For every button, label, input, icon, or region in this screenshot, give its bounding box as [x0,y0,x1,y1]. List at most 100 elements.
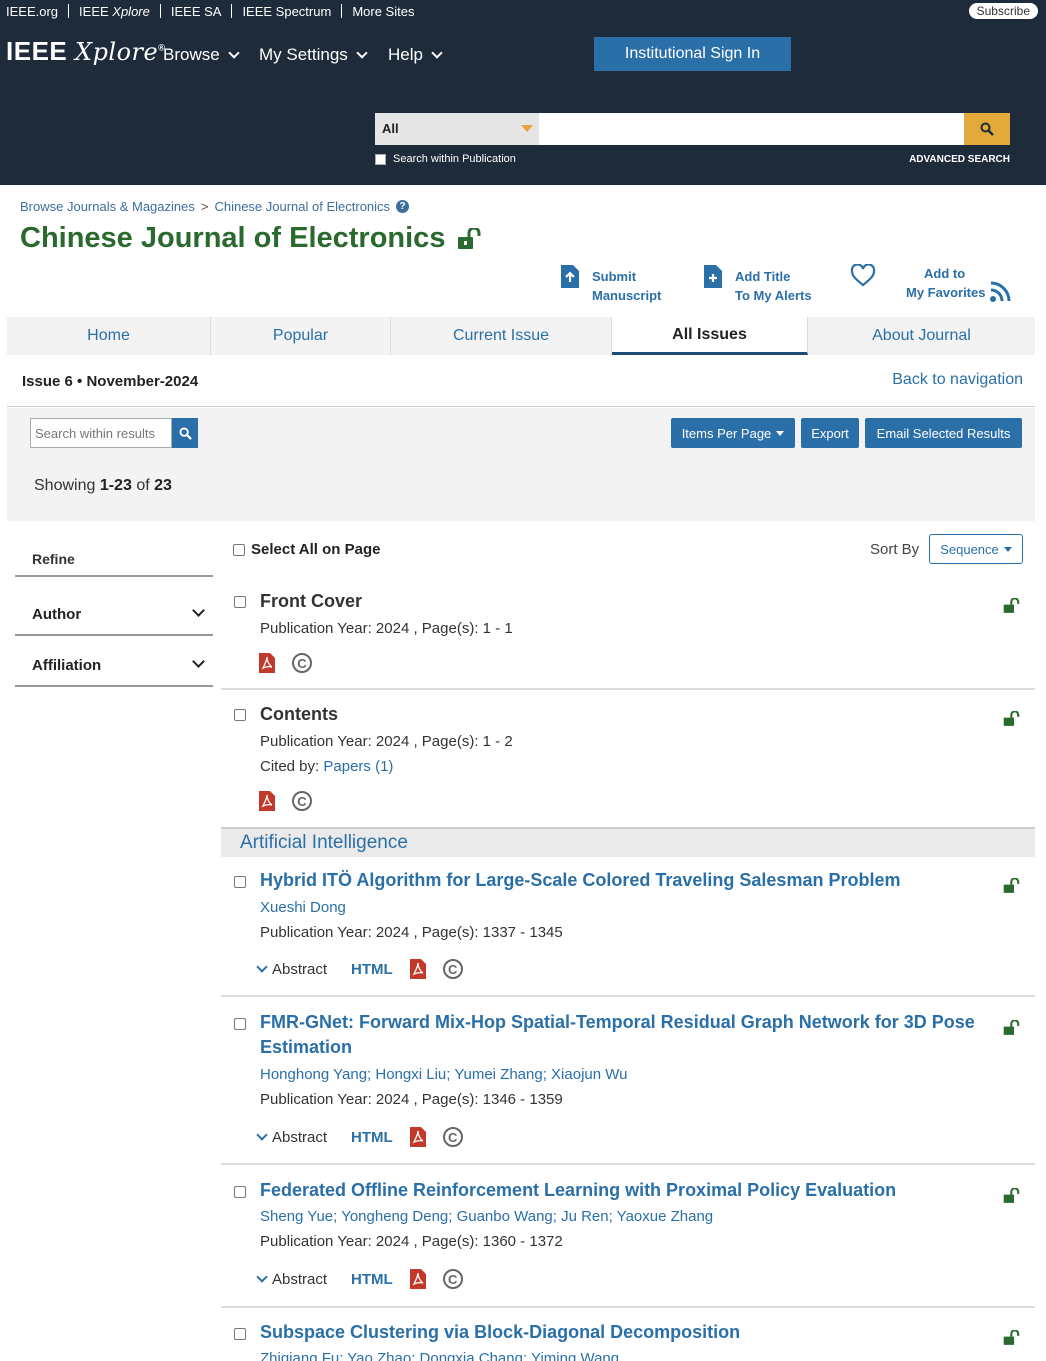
nav-help[interactable]: Help [388,45,443,65]
sort-select[interactable]: Sequence [929,534,1023,564]
ieee-xplore-link[interactable]: IEEE Xplore [79,4,150,19]
copyright-icon[interactable]: C [442,1269,463,1289]
result-actions: Abstract HTML C [256,958,463,980]
search-within-checkbox[interactable] [375,153,386,165]
showing-prefix: Showing [34,477,96,494]
chevron-down-icon [256,961,268,973]
heart-icon [850,264,876,287]
html-link[interactable]: HTML [351,961,393,978]
alerts-label-2: To My Alerts [735,288,812,303]
search-within-results-input[interactable]: Search within results [30,418,173,448]
ieee-org-link[interactable]: IEEE.org [6,4,58,19]
copyright-icon[interactable]: C [442,1127,463,1147]
result-item: Contents Publication Year: 2024 , Page(s… [221,701,1035,821]
result-cited-by: Cited by: Papers (1) [260,758,393,775]
chevron-down-icon[interactable] [192,604,205,617]
sort-by-label: Sort By [870,541,920,558]
chevron-down-icon [431,46,443,59]
result-title[interactable]: Contents [260,702,980,727]
ieee-sa-link[interactable]: IEEE SA [171,4,222,19]
result-title[interactable]: Subspace Clustering via Block-Diagonal D… [260,1320,980,1345]
facet-author[interactable]: Author [32,606,81,623]
select-all-checkbox[interactable] [233,543,245,556]
search-input[interactable] [539,113,964,145]
nav-browse-label: Browse [163,45,220,64]
nav-my-settings[interactable]: My Settings [259,45,368,65]
tab-home[interactable]: Home [7,317,211,355]
subscribe-button[interactable]: Subscribe [968,3,1038,19]
open-access-lock-icon [1003,1330,1020,1345]
ieee-spectrum-link[interactable]: IEEE Spectrum [242,4,331,19]
pdf-icon[interactable] [409,1268,427,1290]
open-access-lock-icon [1003,1020,1020,1035]
search-icon [980,122,994,136]
result-checkbox[interactable] [234,876,246,888]
result-title[interactable]: Federated Offline Reinforcement Learning… [260,1178,980,1203]
caret-down-icon [1003,546,1012,552]
email-selected-results-button[interactable]: Email Selected Results [865,418,1022,448]
nav-help-label: Help [388,45,423,64]
divider [68,4,70,18]
abstract-toggle[interactable]: Abstract [256,961,327,978]
tab-popular[interactable]: Popular [211,317,391,355]
copyright-icon[interactable]: C [292,791,312,811]
result-title[interactable]: Front Cover [260,589,980,614]
help-icon[interactable]: ? [396,200,410,213]
breadcrumb-separator: > [200,199,209,214]
abstract-toggle[interactable]: Abstract [256,1129,327,1146]
export-button[interactable]: Export [801,418,859,448]
html-link[interactable]: HTML [351,1271,393,1288]
copyright-icon[interactable]: C [292,653,312,673]
pdf-icon[interactable] [409,1126,427,1148]
rss-icon[interactable] [988,280,1012,304]
add-to-favorites-action[interactable]: Add to My Favorites [850,264,985,302]
tab-about-journal[interactable]: About Journal [808,317,1035,355]
result-title[interactable]: Hybrid ITÖ Algorithm for Large-Scale Col… [260,868,980,893]
result-title[interactable]: FMR-GNet: Forward Mix-Hop Spatial-Tempor… [260,1010,980,1060]
submit-manuscript-action[interactable]: Submit Manuscript [560,264,661,305]
divider [159,4,161,18]
tab-all-issues[interactable]: All Issues [612,317,808,355]
breadcrumb-browse-journals[interactable]: Browse Journals & Magazines [20,199,195,214]
ieee-xplore-logo[interactable]: IEEE Xplore® [6,36,165,67]
chevron-down-icon [256,1271,268,1283]
items-per-page-button[interactable]: Items Per Page [671,418,795,448]
results-toolbar: Search within results Items Per Page Exp… [7,408,1035,521]
result-authors[interactable]: Honghong Yang; Hongxi Liu; Yumei Zhang; … [260,1066,627,1083]
cited-by-papers-link[interactable]: Papers (1) [323,758,393,775]
pdf-icon[interactable] [409,958,427,980]
search-within-publication[interactable]: Search within Publication [375,153,516,165]
result-checkbox[interactable] [234,1018,246,1030]
abstract-toggle[interactable]: Abstract [256,1271,327,1288]
result-checkbox[interactable] [234,1328,246,1340]
institutional-sign-in-button[interactable]: Institutional Sign In [594,37,791,71]
search-scope-select[interactable]: All [375,113,539,145]
global-search: All [375,113,1010,145]
tab-current-issue[interactable]: Current Issue [391,317,612,355]
result-authors[interactable]: Sheng Yue; Yongheng Deng; Guanbo Wang; J… [260,1208,713,1225]
facet-affiliation[interactable]: Affiliation [32,657,101,674]
result-checkbox[interactable] [234,1186,246,1198]
back-to-navigation-link[interactable]: Back to navigation [892,371,1023,389]
pdf-icon[interactable] [258,652,276,674]
html-link[interactable]: HTML [351,1129,393,1146]
result-authors[interactable]: Xueshi Dong [260,899,346,916]
breadcrumb-journal[interactable]: Chinese Journal of Electronics [214,199,390,214]
more-sites-link[interactable]: More Sites [352,4,414,19]
search-within-results-button[interactable] [172,418,198,448]
result-checkbox[interactable] [234,709,246,721]
result-checkbox[interactable] [234,596,246,608]
chevron-down-icon[interactable] [192,655,205,668]
copyright-icon[interactable]: C [442,959,463,979]
result-authors[interactable]: Zhiqiang Fu; Yao Zhao; Dongxia Chang; Yi… [260,1350,619,1361]
breadcrumb: Browse Journals & Magazines > Chinese Jo… [20,199,410,214]
search-button[interactable] [964,113,1010,145]
result-item: Front Cover Publication Year: 2024 , Pag… [221,588,1035,688]
nav-browse[interactable]: Browse [163,45,240,65]
result-item: Hybrid ITÖ Algorithm for Large-Scale Col… [221,868,1035,994]
pdf-icon[interactable] [258,790,276,812]
add-title-alerts-action[interactable]: Add Title To My Alerts [703,264,812,305]
advanced-search-link[interactable]: ADVANCED SEARCH [909,154,1010,165]
submit-document-icon [561,265,579,288]
select-all-on-page[interactable]: Select All on Page [233,541,381,558]
